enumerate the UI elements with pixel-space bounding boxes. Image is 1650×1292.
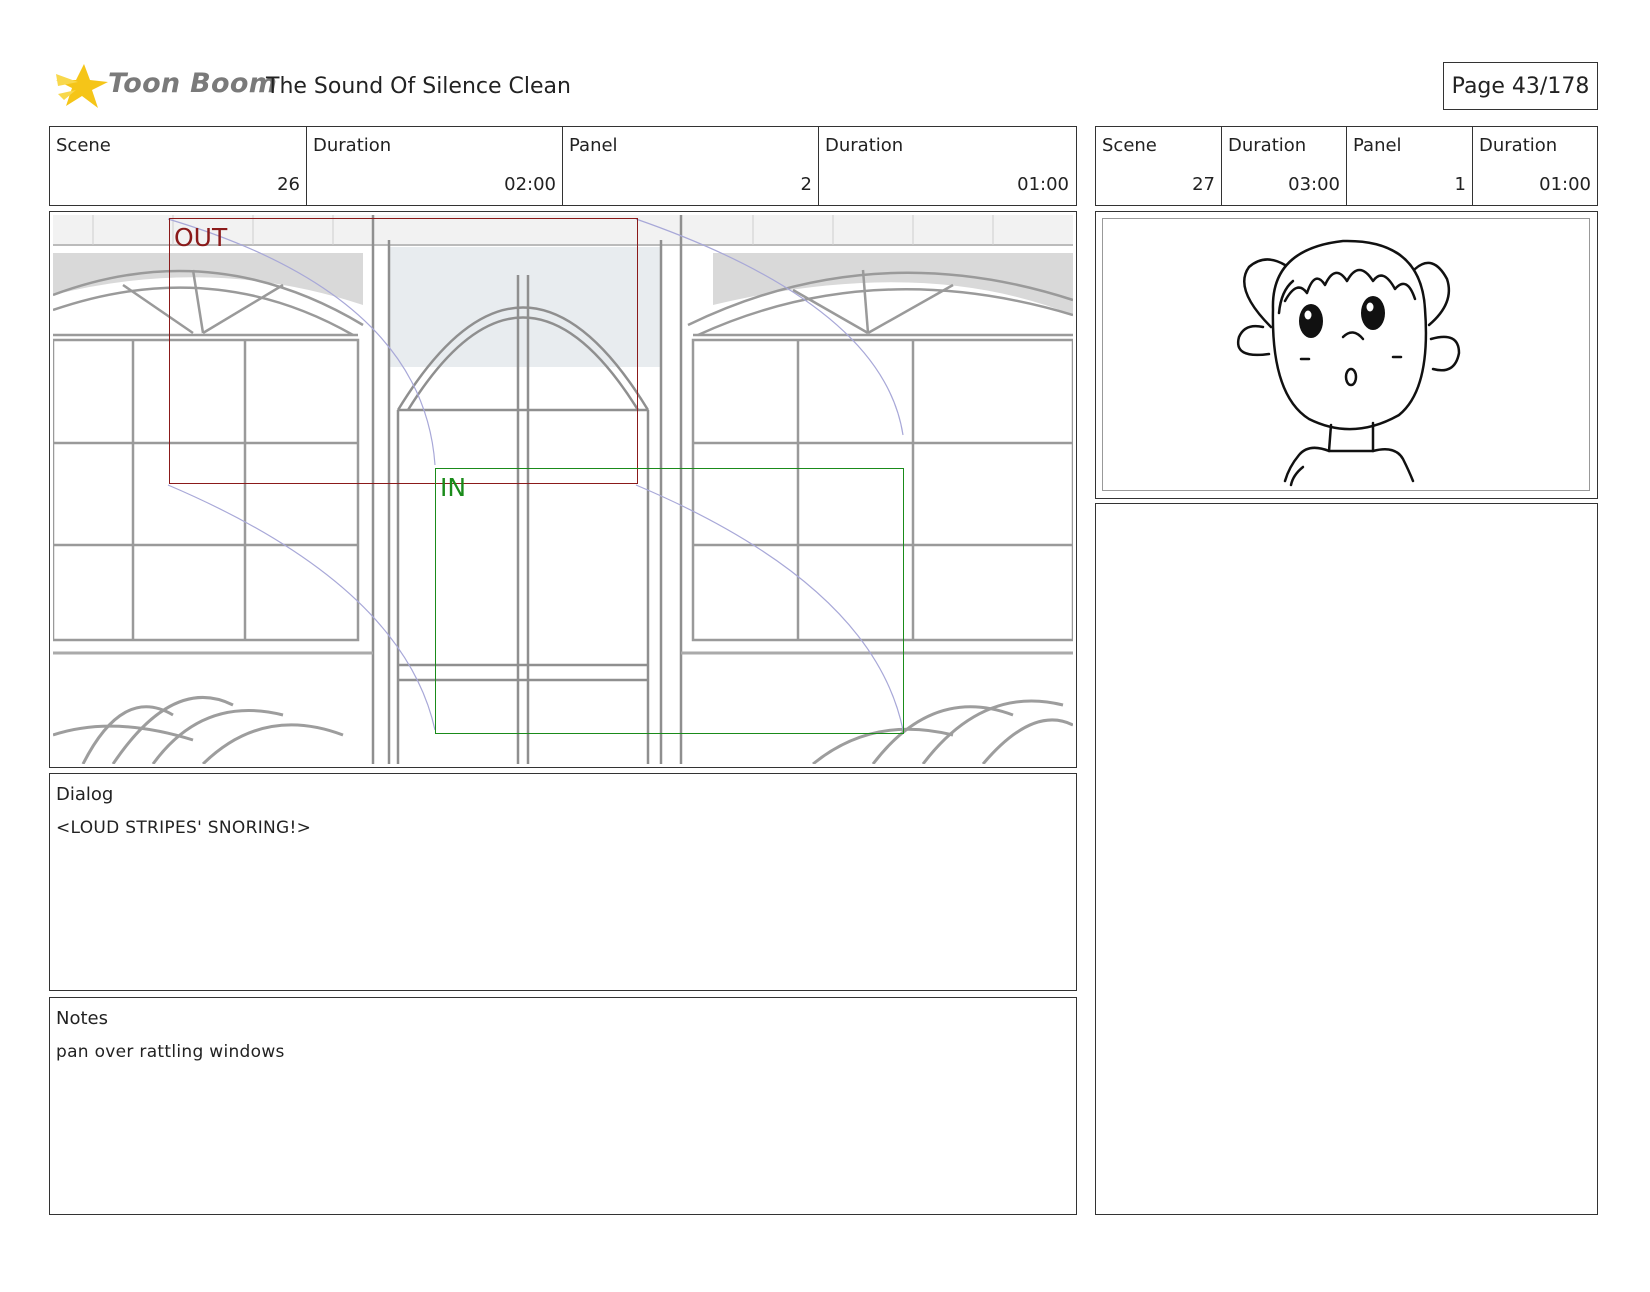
project-title: The Sound Of Silence Clean xyxy=(266,74,571,99)
duration-value: 01:00 xyxy=(1539,174,1591,195)
panel-value: 1 xyxy=(1454,174,1466,195)
camera-in-frame: IN xyxy=(435,468,904,734)
logo-text: Toon Boom xyxy=(108,68,278,99)
right-panel-inner-frame xyxy=(1102,218,1590,491)
left-info-row: Scene 26 Duration 02:00 Panel 2 Duration… xyxy=(49,126,1077,206)
right-panel-duration-cell: Duration 01:00 xyxy=(1473,127,1597,205)
toon-boom-star-logo-icon xyxy=(56,64,108,108)
left-scene-cell: Scene 26 xyxy=(50,127,307,205)
scene-label: Scene xyxy=(1102,135,1157,156)
notes-label: Notes xyxy=(56,1008,108,1029)
page-indicator: Page 43/178 xyxy=(1443,62,1598,110)
dialog-label: Dialog xyxy=(56,784,114,805)
duration-label: Duration xyxy=(1479,135,1558,156)
duration-label: Duration xyxy=(313,135,392,156)
panel-label: Panel xyxy=(1353,135,1402,156)
character-girl-drawing xyxy=(1236,239,1461,487)
right-panel-cell: Panel 1 xyxy=(1347,127,1473,205)
right-scene-duration-cell: Duration 03:00 xyxy=(1222,127,1347,205)
dialog-text: <LOUD STRIPES' SNORING!> xyxy=(56,818,312,838)
page-label: Page 43/178 xyxy=(1451,73,1590,99)
scene-value: 27 xyxy=(1192,174,1215,195)
camera-out-frame: OUT xyxy=(169,218,638,484)
left-panel-cell: Panel 2 xyxy=(563,127,819,205)
header: Toon Boom The Sound Of Silence Clean xyxy=(50,58,1600,118)
scene-value: 26 xyxy=(277,174,300,195)
camera-out-label: OUT xyxy=(174,223,228,252)
duration-label: Duration xyxy=(1228,135,1307,156)
panel-label: Panel xyxy=(569,135,618,156)
left-panel-duration-cell: Duration 01:00 xyxy=(819,127,1075,205)
right-empty-panel xyxy=(1095,503,1598,1215)
scene-label: Scene xyxy=(56,135,111,156)
duration-label: Duration xyxy=(825,135,904,156)
left-panel-image-frame: OUT IN xyxy=(49,211,1077,768)
right-scene-cell: Scene 27 xyxy=(1096,127,1222,205)
panel-value: 2 xyxy=(800,174,812,195)
camera-in-label: IN xyxy=(440,473,467,502)
notes-box: Notes pan over rattling windows xyxy=(49,997,1077,1215)
duration-value: 03:00 xyxy=(1288,174,1340,195)
dialog-box: Dialog <LOUD STRIPES' SNORING!> xyxy=(49,773,1077,991)
right-info-row: Scene 27 Duration 03:00 Panel 1 Duration… xyxy=(1095,126,1598,206)
left-scene-duration-cell: Duration 02:00 xyxy=(307,127,563,205)
notes-text: pan over rattling windows xyxy=(56,1042,285,1062)
duration-value: 01:00 xyxy=(1017,174,1069,195)
right-panel-image-frame xyxy=(1095,211,1598,499)
duration-value: 02:00 xyxy=(504,174,556,195)
